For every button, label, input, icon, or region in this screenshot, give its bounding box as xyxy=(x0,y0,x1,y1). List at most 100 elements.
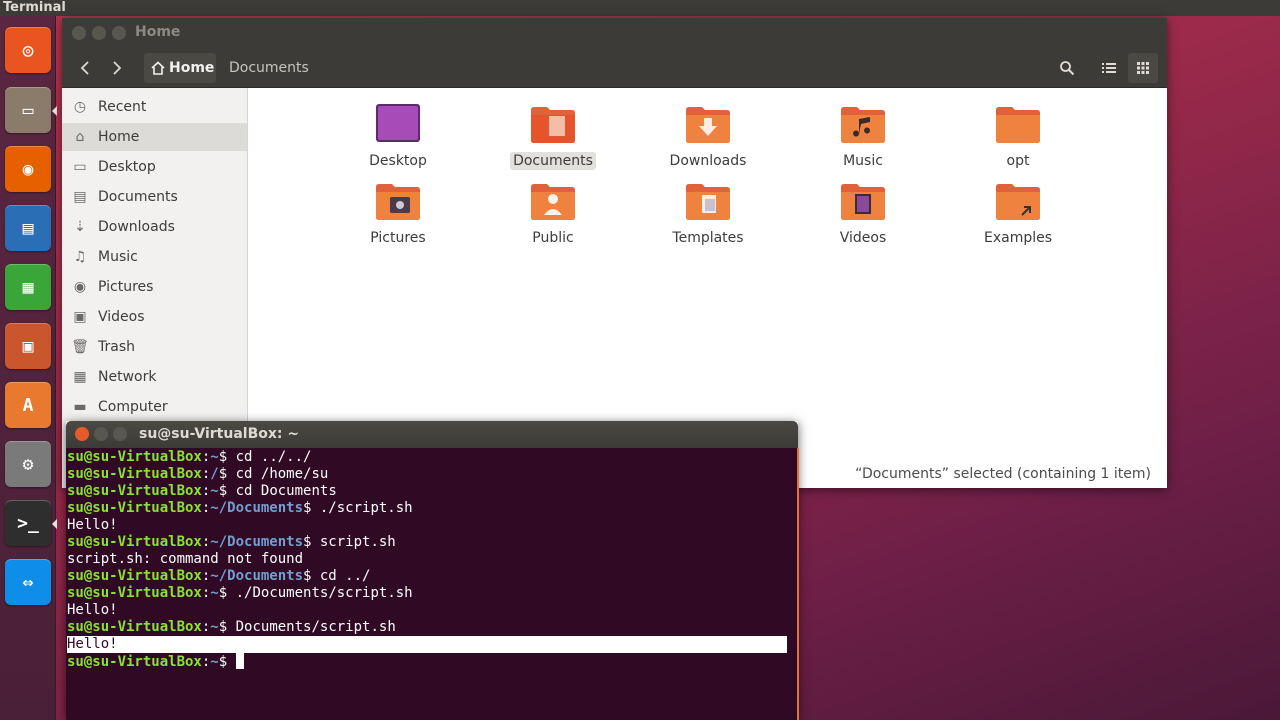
breadcrumb-home[interactable]: Home xyxy=(144,53,216,83)
folder-downloads[interactable]: Downloads xyxy=(648,102,768,172)
folder-templates-icon xyxy=(686,184,730,220)
forward-button[interactable] xyxy=(102,53,132,83)
terminal-titlebar: su@su-VirtualBox: ~ xyxy=(66,421,798,448)
sidebar-item-label: Trash xyxy=(98,339,135,355)
launcher-item-firefox[interactable]: ◉ xyxy=(4,143,52,195)
folder-opt[interactable]: opt xyxy=(958,102,1078,172)
terminal-window-title: su@su-VirtualBox: ~ xyxy=(139,426,300,442)
files-toolbar: Home Documents xyxy=(62,48,1167,88)
libreoffice-impress-icon: ▣ xyxy=(5,323,51,369)
folder-templates[interactable]: Templates xyxy=(648,179,768,249)
prompt-dollar: $ xyxy=(218,466,228,482)
launcher-item-terminal[interactable]: >_ xyxy=(4,497,57,549)
launcher-item-libreoffice-calc[interactable]: ▦ xyxy=(4,261,52,313)
prompt-dollar: $ xyxy=(218,449,228,465)
home-icon: ⌂ xyxy=(75,129,85,145)
files-close-button[interactable] xyxy=(72,26,86,40)
breadcrumb-documents[interactable]: Documents xyxy=(229,53,309,83)
folder-documents[interactable]: Documents xyxy=(493,102,613,172)
folder-public[interactable]: Public xyxy=(493,179,613,249)
sidebar-item-trash[interactable]: 🗑 Trash xyxy=(62,333,247,361)
sidebar-item-music[interactable]: ♫ Music xyxy=(62,243,247,271)
libreoffice-writer-icon: ▤ xyxy=(5,205,51,251)
prompt-user: su@su-VirtualBox xyxy=(67,534,202,550)
command-text xyxy=(227,654,235,670)
prompt-path: / xyxy=(210,466,219,482)
folder-documents-icon xyxy=(531,107,575,143)
output-text: Hello! xyxy=(67,636,118,652)
folder-label: Templates xyxy=(672,230,744,246)
network-icon: ▦ xyxy=(73,369,87,385)
prompt-user: su@su-VirtualBox xyxy=(67,466,202,482)
launcher: ◎ ▭ ◉ ▤ ▦ ▣ A ⚙ >_ ⇔ xyxy=(0,16,57,720)
command-text: cd ../ xyxy=(311,568,371,584)
document-icon: ▤ xyxy=(73,189,87,205)
terminal-close-button[interactable] xyxy=(75,427,89,441)
grid-view-button[interactable] xyxy=(1128,53,1158,83)
sidebar-item-videos[interactable]: ▣ Videos xyxy=(62,303,247,331)
launcher-item-ubuntu-dash[interactable]: ◎ xyxy=(4,24,52,76)
files-maximize-button[interactable] xyxy=(112,26,126,40)
command-text: Documents/script.sh xyxy=(227,619,396,635)
prompt-user: su@su-VirtualBox xyxy=(67,654,202,670)
terminal-prompt-line: su@su-VirtualBox:~$ cd ../../ xyxy=(67,449,797,466)
list-view-button[interactable] xyxy=(1094,53,1124,83)
terminal-maximize-button[interactable] xyxy=(113,427,127,441)
folder-label: Downloads xyxy=(669,153,747,169)
prompt-path: ~ xyxy=(210,449,219,465)
sidebar-item-label: Computer xyxy=(98,399,168,415)
sidebar-item-recent[interactable]: ◷ Recent xyxy=(62,93,247,121)
prompt-user: su@su-VirtualBox xyxy=(67,449,202,465)
terminal-resize-edge[interactable] xyxy=(797,448,799,720)
folder-label: Public xyxy=(532,230,574,246)
terminal-prompt-line: su@su-VirtualBox:~$ ./Documents/script.s… xyxy=(67,585,797,602)
files-minimize-button[interactable] xyxy=(92,26,106,40)
launcher-item-system-settings[interactable]: ⚙ xyxy=(4,438,52,490)
sidebar-item-label: Downloads xyxy=(98,219,175,235)
top-panel: Terminal xyxy=(0,0,1280,16)
launcher-item-libreoffice-writer[interactable]: ▤ xyxy=(4,202,52,254)
terminal-minimize-button[interactable] xyxy=(94,427,108,441)
folder-examples-icon xyxy=(996,184,1040,220)
sidebar-item-desktop[interactable]: ▭ Desktop xyxy=(62,153,247,181)
folder-desktop[interactable]: Desktop xyxy=(338,102,458,172)
sidebar-item-documents[interactable]: ▤ Documents xyxy=(62,183,247,211)
chevron-left-icon xyxy=(80,61,89,75)
launcher-item-libreoffice-impress[interactable]: ▣ xyxy=(4,320,52,372)
folder-label: Videos xyxy=(839,230,887,246)
trash-icon: 🗑 xyxy=(71,339,89,355)
ubuntu-dash-icon: ◎ xyxy=(5,27,51,73)
sidebar-item-label: Music xyxy=(98,249,138,265)
folder-label: Examples xyxy=(983,230,1053,246)
terminal-output-line: Hello! xyxy=(67,636,787,653)
terminal-output-line: script.sh: command not found xyxy=(67,551,797,568)
system-settings-icon: ⚙ xyxy=(5,441,51,487)
folder-desktop-icon xyxy=(376,104,420,142)
sidebar-item-computer[interactable]: ▬ Computer xyxy=(62,393,247,421)
folder-examples[interactable]: Examples xyxy=(958,179,1078,249)
prompt-user: su@su-VirtualBox xyxy=(67,619,202,635)
folder-label: Desktop xyxy=(369,153,427,169)
software-center-icon: A xyxy=(5,382,51,428)
back-button[interactable] xyxy=(70,53,100,83)
launcher-item-teamviewer[interactable]: ⇔ xyxy=(4,556,52,608)
sidebar-item-network[interactable]: ▦ Network xyxy=(62,363,247,391)
prompt-path: ~ xyxy=(210,654,219,670)
launcher-item-files[interactable]: ▭ xyxy=(4,84,57,136)
folder-label: Music xyxy=(843,153,883,169)
launcher-item-software-center[interactable]: A xyxy=(4,379,52,431)
folder-videos[interactable]: Videos xyxy=(803,179,923,249)
folder-pictures[interactable]: Pictures xyxy=(338,179,458,249)
camera-icon: ◉ xyxy=(73,279,87,295)
sidebar-item-home[interactable]: ⌂ Home xyxy=(62,123,247,151)
folder-music[interactable]: Music xyxy=(803,102,923,172)
terminal-output[interactable]: su@su-VirtualBox:~$ cd ../../su@su-Virtu… xyxy=(66,448,798,720)
sidebar-item-label: Network xyxy=(98,369,157,385)
search-button[interactable] xyxy=(1052,53,1082,83)
terminal-prompt-line: su@su-VirtualBox:~/Documents$ ./script.s… xyxy=(67,500,797,517)
sidebar-item-pictures[interactable]: ◉ Pictures xyxy=(62,273,247,301)
sidebar-item-downloads[interactable]: ⇣ Downloads xyxy=(62,213,247,241)
files-window: Home Home Documents ◷ Recent ⌂ Home ▭ Desktop… xyxy=(62,18,1167,488)
prompt-user: su@su-VirtualBox xyxy=(67,500,202,516)
libreoffice-calc-icon: ▦ xyxy=(5,264,51,310)
